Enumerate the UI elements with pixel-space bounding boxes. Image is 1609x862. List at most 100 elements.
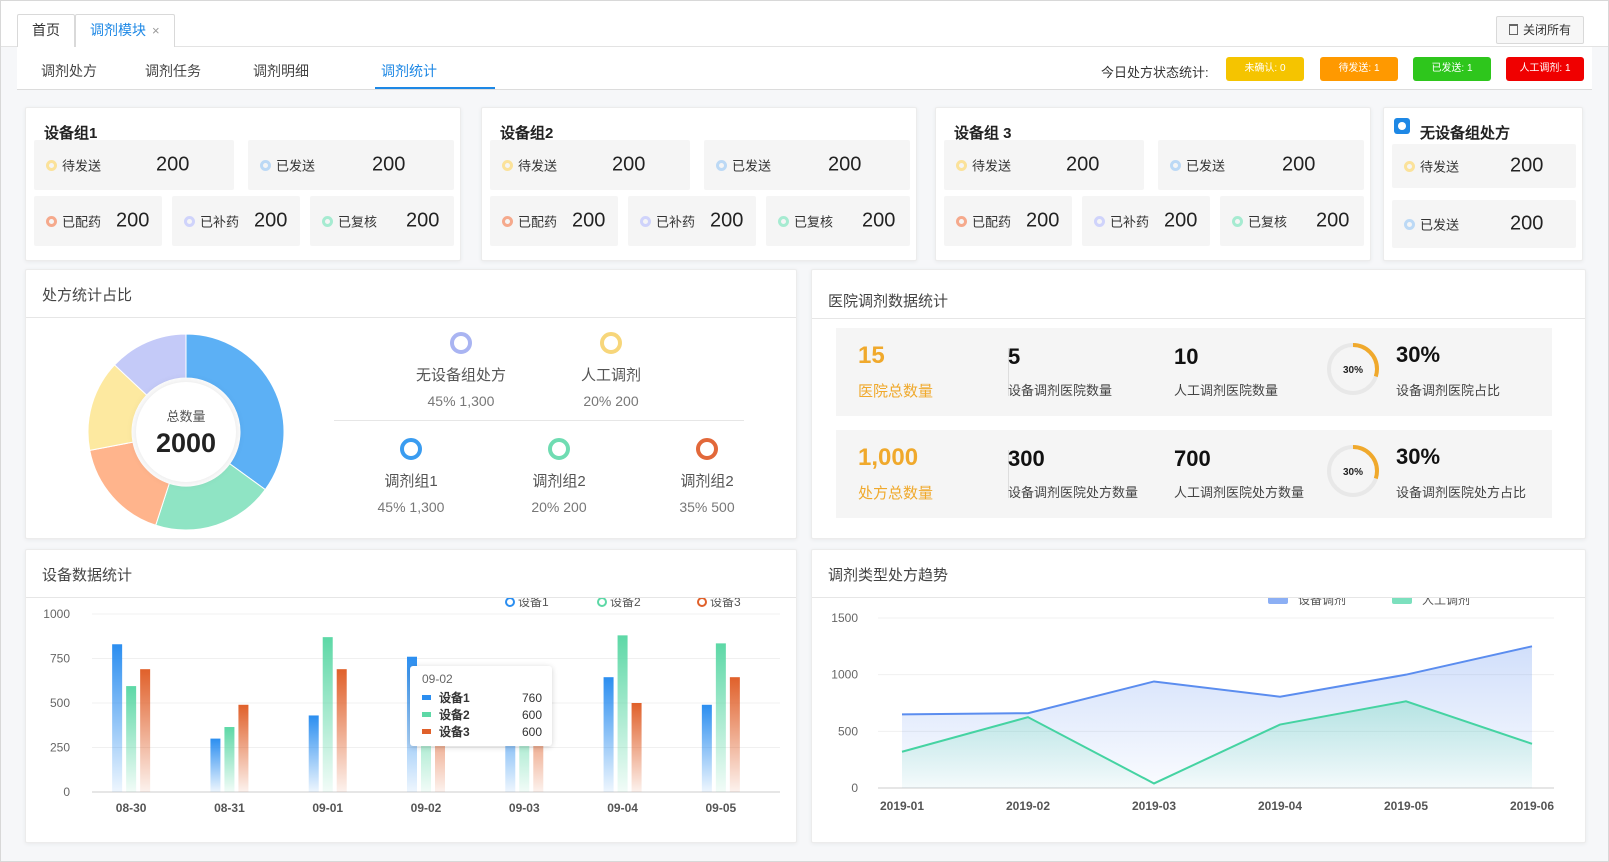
legend-swatch	[1392, 598, 1412, 604]
legend-label[interactable]: 设备3	[710, 598, 741, 609]
group-sent: 已发送 200	[1158, 140, 1364, 190]
tooltip-row-value: 600	[521, 725, 542, 739]
stat-label: 待发送	[972, 158, 1012, 174]
legend-label[interactable]: 设备调剂	[1298, 598, 1346, 607]
legend-item-manual: 人工调剂 20% 200	[546, 332, 676, 409]
stat-label: 已复核	[1248, 214, 1288, 230]
bar-设备1[interactable]	[308, 715, 319, 792]
no-group-title: 无设备组处方	[1420, 125, 1511, 142]
status-badge-unconfirmed: 未确认: 0	[1226, 57, 1304, 81]
legend-swatch	[422, 712, 431, 717]
bar-设备2[interactable]	[224, 727, 235, 792]
x-tick-label: 09-01	[312, 801, 343, 815]
bar-设备3[interactable]	[631, 703, 642, 792]
hospital-panel: 医院调剂数据统计 15 医院总数量 5 设备调剂医院数量 10 人工调剂医院数量…	[811, 269, 1586, 539]
tooltip-row-value: 760	[521, 691, 542, 705]
close-all-button[interactable]: 关闭所有	[1495, 16, 1584, 44]
bar-设备3[interactable]	[140, 669, 151, 792]
trend-panel-title: 调剂类型处方趋势	[828, 567, 949, 584]
x-tick-label: 2019-05	[1384, 799, 1428, 813]
status-badge-pending: 待发送: 1	[1320, 57, 1398, 81]
close-icon[interactable]: ×	[152, 23, 160, 38]
device-panel-title: 设备数据统计	[42, 567, 133, 584]
device-hospital-count: 5	[1008, 344, 1021, 369]
legend-swatch	[1268, 598, 1288, 604]
bar-设备3[interactable]	[238, 704, 249, 792]
stat-label: 已配药	[972, 214, 1012, 230]
status-dot-icon	[640, 216, 651, 227]
bar-设备1[interactable]	[112, 644, 123, 792]
stat-value: 200	[1282, 153, 1316, 176]
legend-label[interactable]: 人工调剂	[1422, 598, 1470, 607]
x-tick-label: 09-04	[607, 801, 638, 815]
tab-module-label: 调剂模块	[90, 22, 146, 38]
bar-设备1[interactable]	[210, 738, 221, 792]
status-badge-sent: 已发送: 1	[1413, 57, 1491, 81]
legend-value: 45% 1,300	[427, 393, 495, 409]
ring-icon	[548, 438, 570, 460]
bar-设备1[interactable]	[701, 704, 712, 792]
y-tick-label: 750	[50, 652, 70, 666]
status-dot-icon	[322, 216, 333, 227]
tab-home[interactable]: 首页	[17, 14, 75, 47]
group-checked: 已复核 200	[310, 196, 454, 246]
device-hospital-label: 设备调剂医院数量	[1008, 383, 1113, 398]
legend-swatch	[422, 729, 431, 734]
subtab-detail[interactable]: 调剂明细	[253, 61, 309, 81]
y-tick-label: 0	[63, 785, 70, 799]
stat-label: 已配药	[518, 214, 558, 230]
stat-label: 已复核	[794, 214, 834, 230]
subtab-statistics[interactable]: 调剂统计	[381, 61, 437, 81]
trash-icon	[1508, 24, 1518, 35]
y-tick-label: 500	[838, 724, 858, 738]
device-prescription-label: 设备调剂医院处方数量	[1008, 485, 1139, 500]
stat-label: 已复核	[338, 214, 378, 230]
bar-设备2[interactable]	[617, 635, 628, 792]
status-dot-icon	[184, 216, 195, 227]
prescription-total-label: 处方总数量	[858, 485, 934, 502]
group-sent: 已发送 200	[704, 140, 910, 190]
device-panel: 设备数据统计 0 250 500 750 1000 08-30 08-31 09-01 09-0…	[25, 549, 797, 843]
legend-label[interactable]: 设备2	[610, 598, 641, 609]
status-dot-icon	[46, 216, 57, 227]
group-checked: 已复核 200	[766, 196, 910, 246]
bar-设备3[interactable]	[729, 677, 740, 792]
stat-label: 已补药	[656, 214, 696, 230]
hospital-panel-title: 医院调剂数据统计	[828, 293, 949, 310]
tooltip-row-name: 设备1	[439, 691, 470, 705]
legend-value: 35% 500	[679, 499, 735, 515]
hospital-ratio-gauge: 30%	[1327, 343, 1379, 395]
ratio-panel: 处方统计占比 总数量 2000 无设备组处方 45% 1,300 人工调剂 20…	[25, 269, 797, 539]
status-dot-icon	[502, 216, 513, 227]
bar-设备3[interactable]	[336, 669, 347, 792]
manual-prescription-label: 人工调剂医院处方数量	[1174, 485, 1305, 500]
legend-label[interactable]: 设备1	[518, 598, 549, 609]
bar-设备1[interactable]	[603, 677, 614, 792]
status-dot-icon	[956, 160, 967, 171]
device-group-card: 设备组2 待发送 200 已发送 200 已配药 200 已补药 200 已复核…	[481, 107, 917, 261]
tab-dispense-module[interactable]: 调剂模块 ×	[75, 14, 175, 47]
manual-hospital-count: 10	[1174, 344, 1199, 369]
subtab-prescription[interactable]: 调剂处方	[41, 61, 97, 81]
subtab-task[interactable]: 调剂任务	[145, 61, 201, 81]
pending-value: 200	[1510, 154, 1544, 177]
group-checked: 已复核 200	[1220, 196, 1364, 246]
prescription-total-value: 1,000	[858, 444, 919, 471]
bar-设备2[interactable]	[126, 686, 137, 792]
group-sent: 已发送 200	[248, 140, 454, 190]
x-tick-label: 2019-03	[1132, 799, 1176, 813]
stat-label: 已补药	[200, 214, 240, 230]
tab-home-label: 首页	[32, 22, 60, 38]
stat-value: 200	[1066, 153, 1100, 176]
today-status-label: 今日处方状态统计:	[1101, 65, 1209, 80]
group-pending: 待发送 200	[34, 140, 234, 190]
legend-item-group1: 调剂组1 45% 1,300	[346, 438, 476, 515]
stat-value: 200	[1164, 209, 1198, 232]
y-tick-label: 1500	[831, 611, 858, 625]
bar-设备2[interactable]	[715, 643, 726, 792]
group-dispensed: 已配药 200	[490, 196, 618, 246]
prescription-ratio-gauge: 30%	[1327, 445, 1379, 497]
bar-设备2[interactable]	[322, 637, 333, 792]
status-dot-icon	[502, 160, 513, 171]
no-group-pending: 待发送 200	[1392, 144, 1576, 188]
